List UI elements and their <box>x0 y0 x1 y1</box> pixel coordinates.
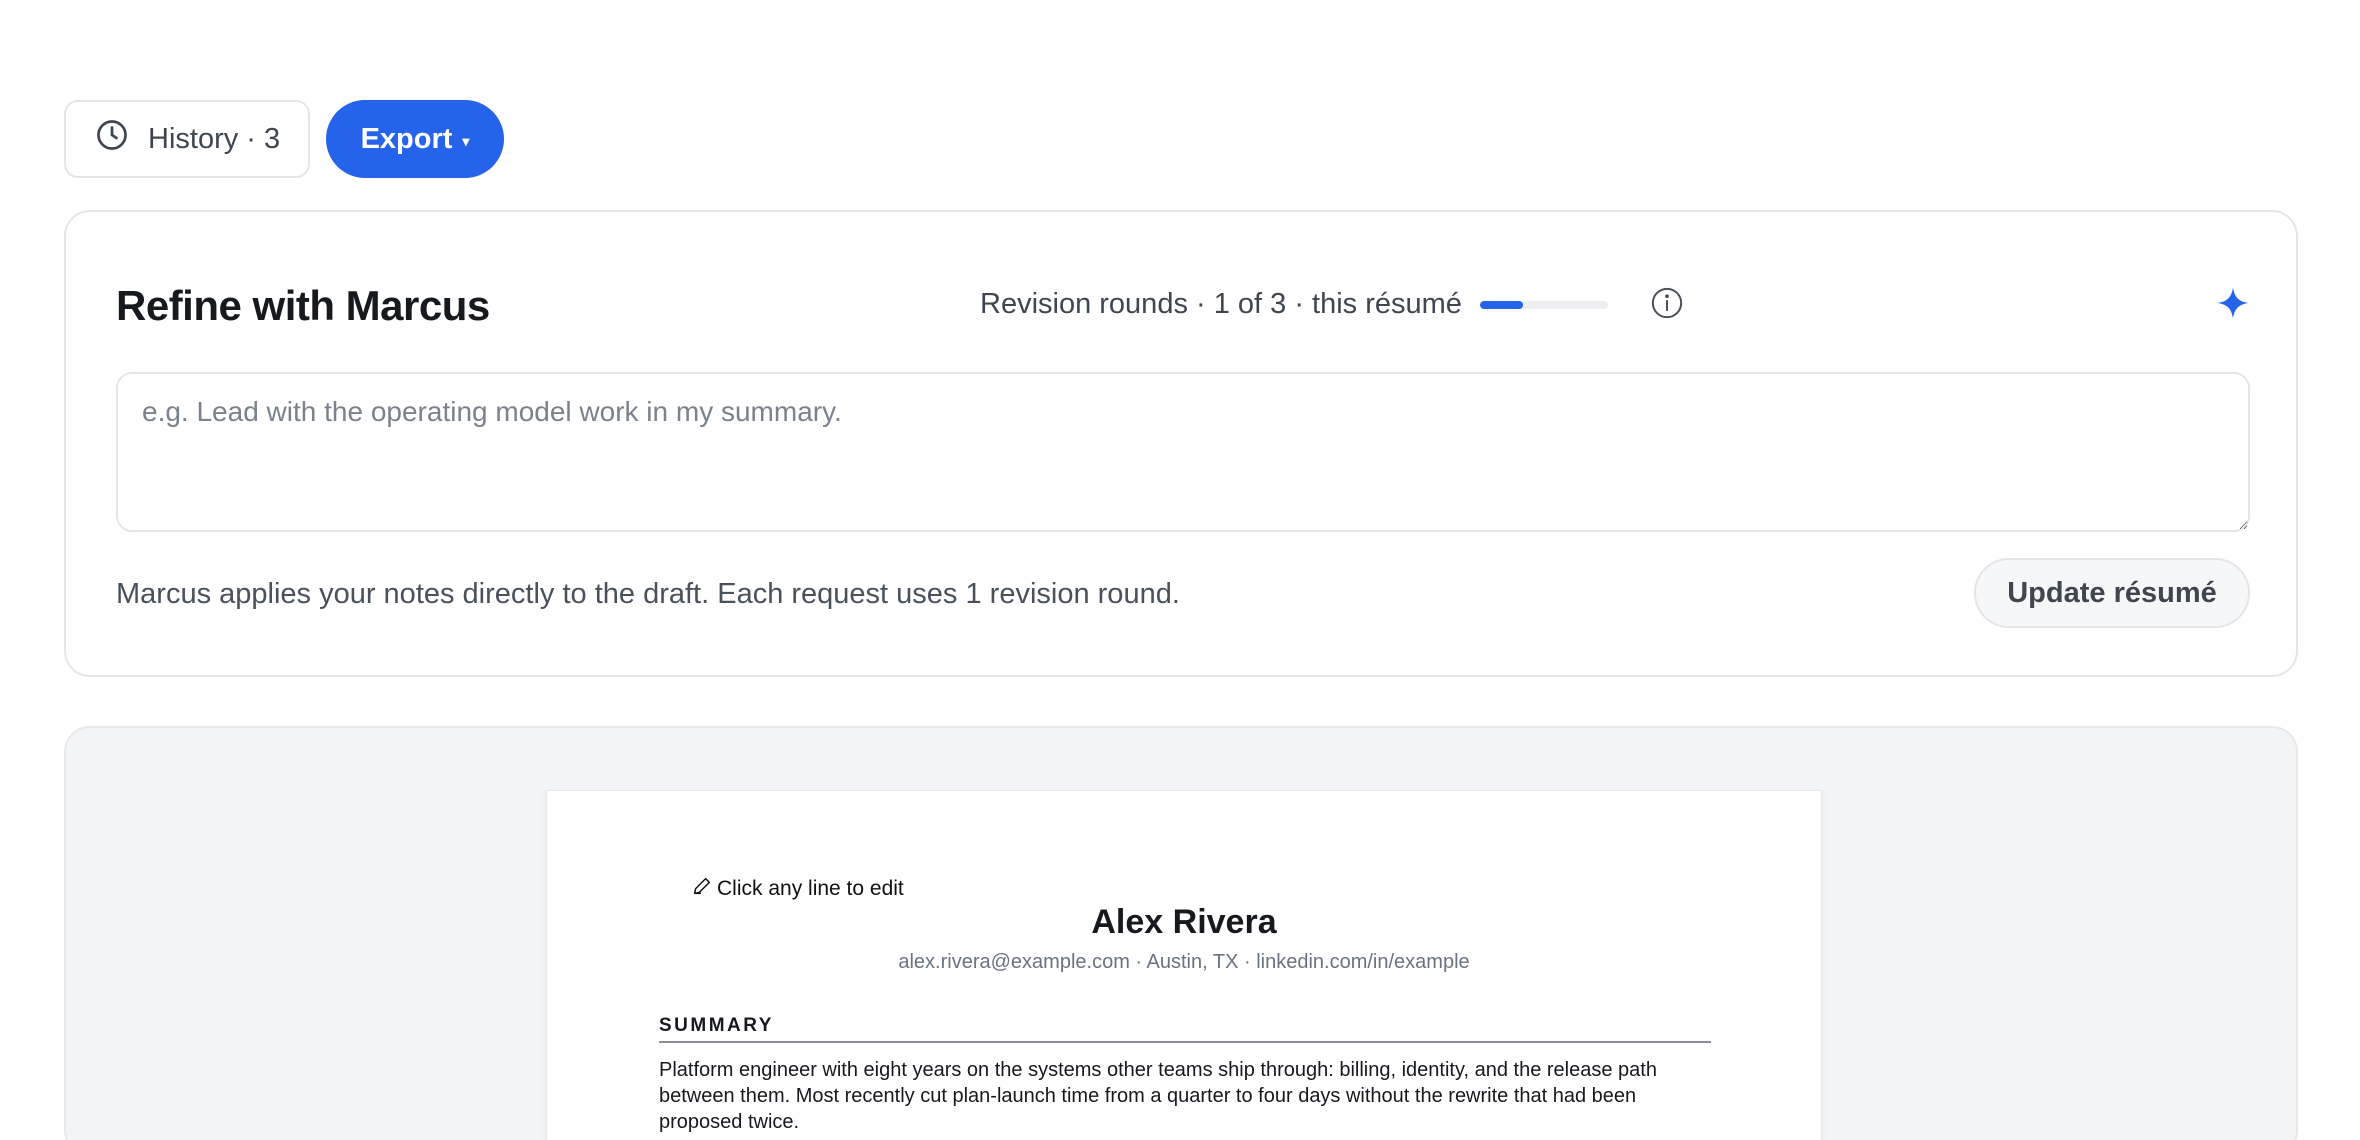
edit-hint-label: Click any line to edit <box>717 877 904 900</box>
resume-name[interactable]: Alex Rivera <box>547 903 1821 942</box>
revision-rounds-progress <box>1479 300 1608 309</box>
clock-icon <box>94 117 130 161</box>
resume-page: Click any line to edit Alex Rivera alex.… <box>546 790 1822 1140</box>
resume-contact[interactable]: alex.rivera@example.com · Austin, TX · l… <box>547 951 1821 974</box>
update-resume-button[interactable]: Update résumé <box>1974 558 2250 628</box>
info-icon[interactable] <box>1650 286 1684 320</box>
export-button[interactable]: Export ▾ <box>326 100 504 178</box>
export-label: Export <box>360 122 453 155</box>
history-button[interactable]: History · 3 <box>64 100 310 178</box>
refine-panel: Refine with Marcus Revision rounds · 1 o… <box>64 210 2298 677</box>
history-label: History · 3 <box>148 122 281 155</box>
revision-rounds-progress-fill <box>1479 300 1523 309</box>
summary-text[interactable]: Platform engineer with eight years on th… <box>659 1057 1711 1135</box>
resume-preview-area: Click any line to edit Alex Rivera alex.… <box>64 726 2298 1140</box>
sparkle-icon <box>2216 286 2250 320</box>
pencil-icon <box>691 875 713 903</box>
refine-notes-input[interactable] <box>116 372 2250 532</box>
refine-title: Refine with Marcus <box>116 282 490 329</box>
refine-help-text: Marcus applies your notes directly to th… <box>116 578 1180 610</box>
summary-heading[interactable]: SUMMARY <box>659 1015 1711 1043</box>
revision-rounds: Revision rounds · 1 of 3 · this résumé <box>980 288 1608 321</box>
toolbar: History · 3 Export ▾ <box>64 100 504 178</box>
edit-hint: Click any line to edit <box>691 875 904 903</box>
chevron-down-icon: ▾ <box>462 132 470 149</box>
revision-rounds-label: Revision rounds · 1 of 3 · this résumé <box>980 288 1462 320</box>
